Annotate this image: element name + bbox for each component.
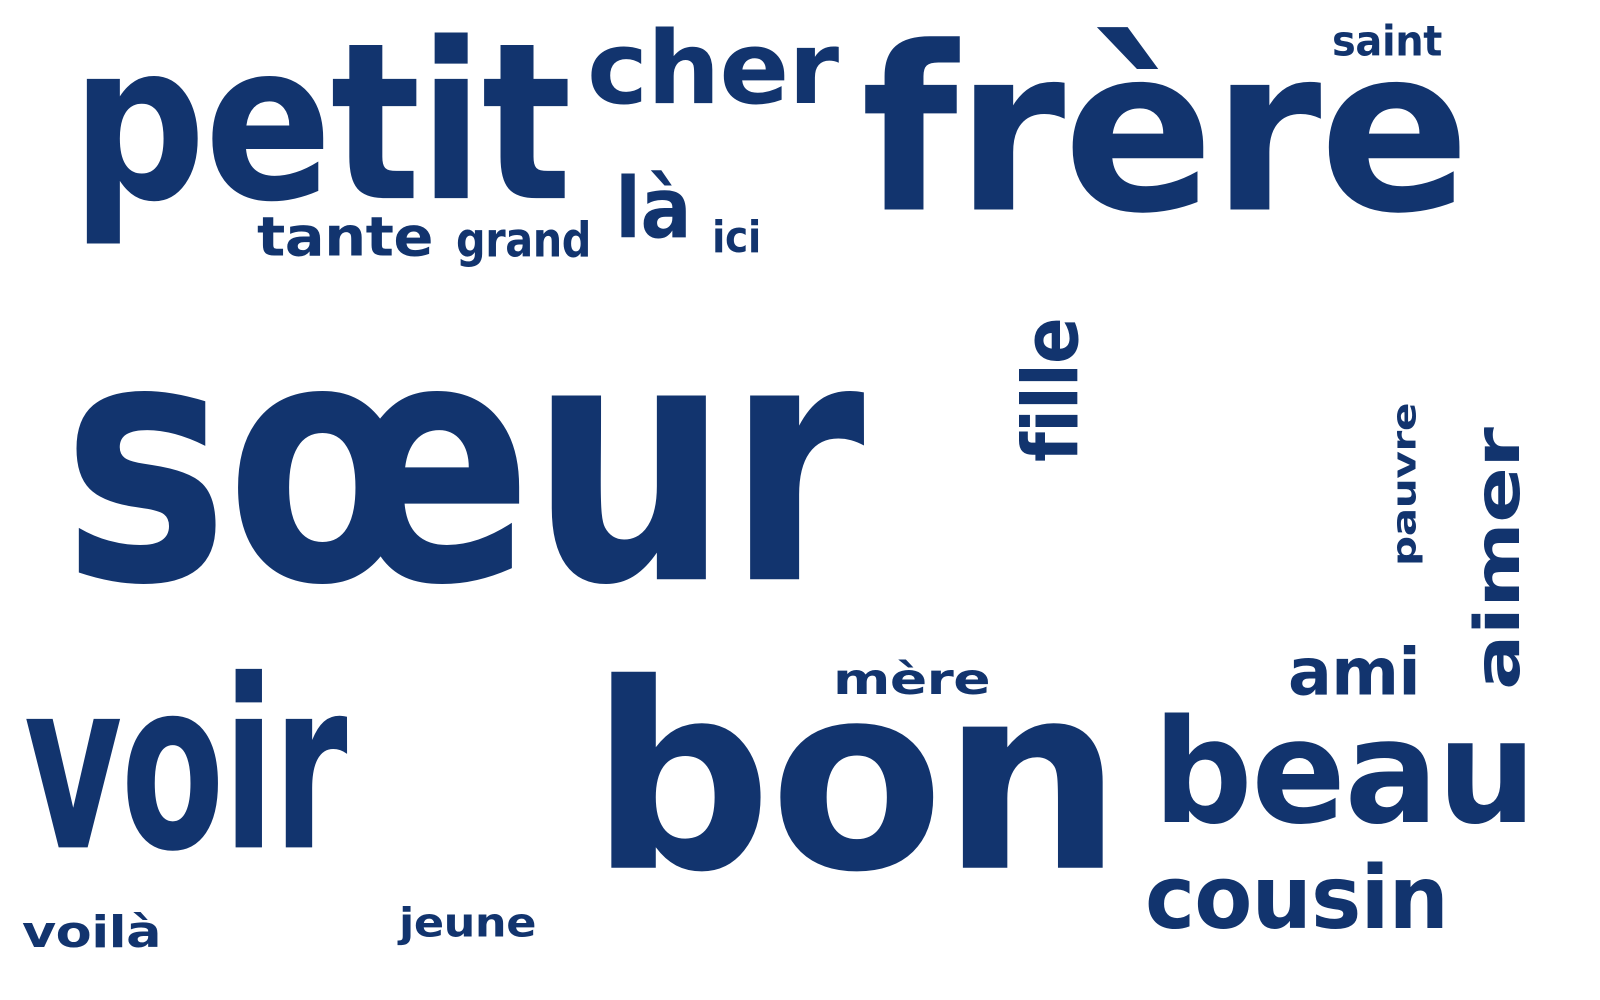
word-voir: voir: [24, 628, 348, 904]
word-la: là: [615, 159, 692, 258]
word-beau: beau: [1153, 688, 1536, 857]
word-petit: petit: [71, 0, 572, 251]
word-soeur: sœur: [62, 266, 865, 660]
word-voila: voilà: [22, 906, 162, 958]
word-grand: grand: [456, 211, 591, 268]
word-cher: cher: [587, 8, 839, 128]
word-ami: ami: [1288, 634, 1421, 711]
word-cousin: cousin: [1145, 847, 1449, 949]
word-jeune: jeune: [399, 899, 536, 947]
word-ici: ici: [712, 211, 761, 263]
word-saint: saint: [1332, 16, 1442, 66]
word-pauvre: pauvre: [1385, 403, 1424, 566]
word-tante: tante: [257, 205, 434, 269]
word-fille: fille: [1006, 318, 1097, 462]
word-cloud: sœur voir bon frère petit beau cher aime…: [0, 0, 1600, 1000]
word-aimer: aimer: [1461, 428, 1534, 690]
word-mere: mère: [833, 654, 991, 705]
